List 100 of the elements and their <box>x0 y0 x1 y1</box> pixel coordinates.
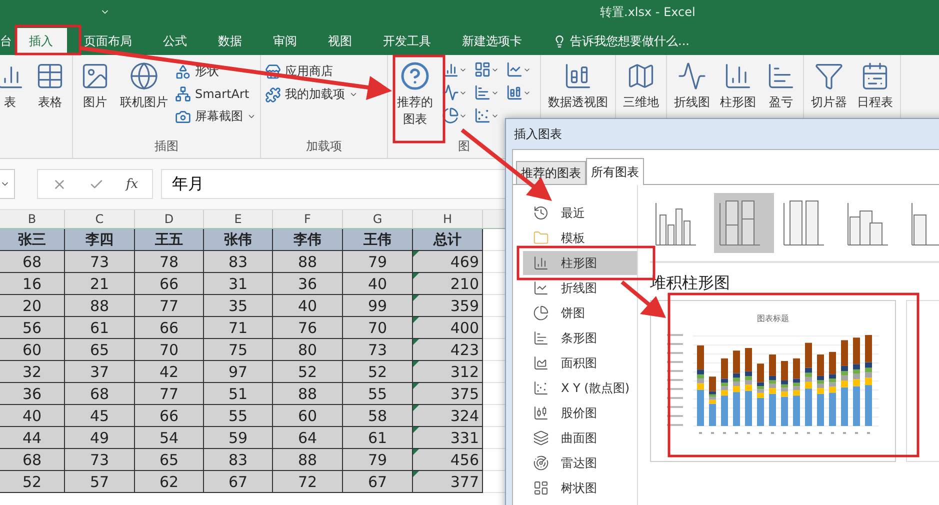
table-cell: 79 <box>343 449 413 471</box>
table-cell: 61 <box>343 427 413 449</box>
treemap-icon <box>474 61 491 78</box>
ribbon-tab[interactable]: 审阅 <box>259 28 311 55</box>
table-cell: 54 <box>135 427 204 449</box>
column-letter: E <box>204 210 273 229</box>
table-cell: 42 <box>135 361 204 383</box>
table-cell: 65 <box>65 339 135 361</box>
table-header-cell: 张三 <box>0 229 65 251</box>
ribbon-tab[interactable]: 视图 <box>314 28 366 55</box>
ribbon-button[interactable]: 盈亏 <box>763 61 799 111</box>
chart-category-item[interactable]: 面积图 <box>523 351 637 375</box>
dialog-tab[interactable]: 所有图表 <box>586 158 644 185</box>
table-cell: 36 <box>0 383 65 405</box>
table-cell: 36 <box>273 273 343 295</box>
chart-category-item[interactable]: 折线图 <box>523 276 637 300</box>
ribbon-button[interactable]: 联机图片 <box>117 61 171 111</box>
ribbon-button[interactable]: 柱形图 <box>717 61 759 111</box>
camera-icon <box>175 108 191 124</box>
table-cell: 73 <box>343 339 413 361</box>
table-cell: 88 <box>273 449 343 471</box>
table-cell: 73 <box>65 449 135 471</box>
column-chart-icon <box>506 84 523 101</box>
ribbon-tab[interactable]: 台 <box>0 28 12 55</box>
table-cell: 324 <box>413 405 483 427</box>
ribbon-button[interactable]: 数据透视图 <box>545 61 611 111</box>
ribbon-tab[interactable]: 新建选项卡 <box>448 28 536 55</box>
error-indicator-icon <box>413 317 419 323</box>
ribbon-tab[interactable]: 开发工具 <box>369 28 445 55</box>
table-cell: 52 <box>343 361 413 383</box>
ribbon-button[interactable]: 表 <box>0 61 28 111</box>
table-cell: 377 <box>413 471 483 493</box>
table-header-cell: 王五 <box>135 229 204 251</box>
ribbon-button[interactable]: 切片器 <box>808 61 850 111</box>
surface-chart-icon <box>533 430 549 446</box>
chart-category-item[interactable]: 饼图 <box>523 301 637 325</box>
chart-category-item[interactable]: X Y (散点图) <box>523 376 637 400</box>
ribbon-button[interactable]: 折线图 <box>671 61 713 111</box>
chart-preview[interactable] <box>906 300 939 462</box>
ribbon-button[interactable]: 屏幕截图 <box>175 108 256 125</box>
table-cell: 60 <box>273 405 343 427</box>
table-cell: 66 <box>135 317 204 339</box>
column-chart-icon <box>718 199 762 247</box>
table-cell: 76 <box>273 317 343 339</box>
error-indicator-icon <box>413 339 419 345</box>
table-cell: 359 <box>413 295 483 317</box>
chart-category-item[interactable]: 股价图 <box>523 401 637 425</box>
treemap-icon <box>533 480 549 496</box>
error-indicator-icon <box>413 273 419 279</box>
insert-function-button[interactable]: fx <box>126 176 138 192</box>
chart-subtype-button[interactable] <box>714 193 774 253</box>
stock-chart-icon <box>533 405 549 421</box>
table-cell: 67 <box>204 471 273 493</box>
chart-preview[interactable]: 图表标题 <box>650 300 896 462</box>
table-cell: 79 <box>343 251 413 273</box>
chart-category-item[interactable]: 树状图 <box>523 476 637 500</box>
chart-category-item[interactable]: 最近 <box>523 201 637 225</box>
table-cell: 83 <box>204 251 273 273</box>
table-cell: 67 <box>343 471 413 493</box>
table-cell: 66 <box>135 273 204 295</box>
window-title: 转置.xlsx - Excel <box>600 4 696 20</box>
dialog-title: 插入图表 <box>513 126 563 142</box>
table-cell: 70 <box>135 339 204 361</box>
table-cell: 60 <box>0 339 65 361</box>
table-cell: 71 <box>204 317 273 339</box>
table-cell: 21 <box>65 273 135 295</box>
caret-icon <box>349 90 358 99</box>
table-cell: 72 <box>273 471 343 493</box>
ribbon-button[interactable]: 表格 <box>32 61 68 111</box>
tell-me-field[interactable]: 告诉我您想要做什么... <box>553 28 690 55</box>
table-cell: 68 <box>0 449 65 471</box>
ribbon-tab[interactable]: 数据 <box>204 28 256 55</box>
table-cell: 16 <box>0 273 65 295</box>
error-indicator-icon <box>413 251 419 257</box>
chart-category-item[interactable]: 雷达图 <box>523 451 637 475</box>
ribbon-button[interactable]: 日程表 <box>854 61 896 111</box>
ribbon-button[interactable]: SmartArt <box>175 86 256 102</box>
chart-category-item[interactable]: 柱形图 <box>523 251 637 275</box>
table-cell: 40 <box>0 405 65 427</box>
ribbon-tab[interactable]: 页面布局 <box>70 28 146 55</box>
error-indicator-icon <box>413 295 419 301</box>
table-cell: 70 <box>343 317 413 339</box>
ribbon-tab[interactable]: 公式 <box>149 28 201 55</box>
column-letter: B <box>0 210 65 229</box>
ribbon-button[interactable]: 三维地 <box>620 61 662 111</box>
chart-category-item[interactable]: 曲面图 <box>523 426 637 450</box>
table-cell: 62 <box>135 471 204 493</box>
column-letter: D <box>135 210 204 229</box>
chart-category-item[interactable]: 条形图 <box>523 326 637 350</box>
chart-category-item[interactable]: 模板 <box>523 226 637 250</box>
group-label: 加载项 <box>306 138 342 155</box>
chart-title: 图表标题 <box>757 313 789 324</box>
ribbon-button[interactable]: 图片 <box>77 61 113 111</box>
puzzle-icon <box>265 86 281 102</box>
ribbon-button[interactable]: 推荐的图表 <box>392 61 438 128</box>
table-cell: 77 <box>135 383 204 405</box>
table-cell: 44 <box>0 427 65 449</box>
ribbon-button[interactable]: 我的加载项 <box>265 86 358 103</box>
table-cell: 58 <box>343 405 413 427</box>
table-cell: 56 <box>0 317 65 339</box>
